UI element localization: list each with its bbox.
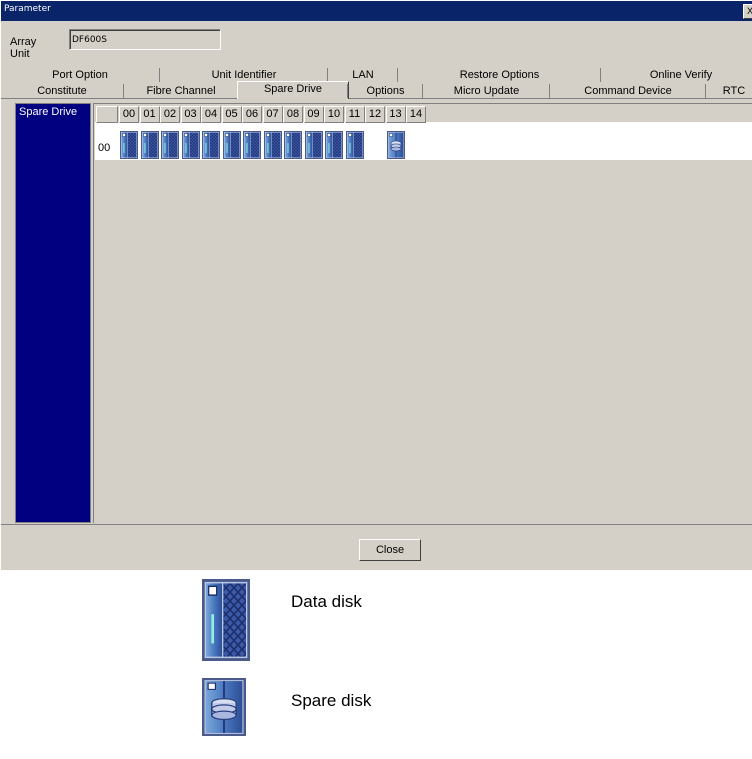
data-disk-icon[interactable] [346,131,364,159]
legend-data-disk-icon [202,579,250,664]
tab-label: Online Verify [649,69,713,81]
data-disk-icon[interactable] [141,131,159,159]
tab-label: Port Option [52,69,108,81]
spare-drive-panel[interactable]: Spare Drive [15,103,91,523]
tab-row-front: Constitute Fibre Channel Spare Drive Opt… [1,81,752,99]
legend-data-disk-label: Data disk [291,592,362,611]
tab-rtc[interactable]: RTC [705,84,752,98]
data-disk-icon[interactable] [202,131,220,159]
column-header-13: 13 [385,106,406,123]
tab-port-option[interactable]: Port Option [1,68,159,82]
data-disk-icon[interactable] [243,131,261,159]
tab-unit-identifier[interactable]: Unit Identifier [159,68,328,82]
drive-grid: 00 01 02 03 04 05 06 07 08 09 10 11 12 13 14 00 [93,103,752,523]
tab-command-device[interactable]: Command Device [549,84,706,98]
tab-label: Unit Identifier [211,69,277,81]
column-header-04: 04 [201,106,221,123]
data-disk-icon[interactable] [161,131,179,159]
data-disk-icon[interactable] [305,131,323,159]
column-header-10: 10 [324,106,344,123]
data-disk-icon[interactable] [120,131,138,159]
tab-micro-update[interactable]: Micro Update [422,84,550,98]
column-header-06: 06 [242,106,262,123]
column-header-09: 09 [303,106,324,123]
legend-spare-disk-icon [202,678,246,739]
spare-disk-icon[interactable] [387,131,405,159]
column-header-11: 11 [344,106,365,123]
tab-restore-options[interactable]: Restore Options [397,68,601,82]
window-title: Parameter [4,4,51,14]
dialog-footer: Close [1,524,752,570]
empty-slot [366,131,384,159]
tab-label: Restore Options [459,69,540,81]
tab-label: LAN [352,69,374,81]
column-header-07: 07 [262,106,283,123]
column-header-08: 08 [283,106,303,123]
array-unit-field: DF600S [69,29,221,50]
tab-label: Constitute [37,85,87,97]
tab-label: Spare Drive [263,83,323,95]
tab-fibre-channel[interactable]: Fibre Channel [123,84,238,98]
parameter-dialog: Parameter X Array Unit DF600S Port Optio… [0,0,752,570]
column-header-01: 01 [139,106,160,123]
column-header-02: 02 [160,106,180,123]
legend-spare-disk-label: Spare disk [291,691,372,710]
data-disk-icon[interactable] [325,131,343,159]
tab-spare-drive[interactable]: Spare Drive [237,81,349,99]
data-disk-icon[interactable] [223,131,241,159]
tab-label: RTC [722,85,746,97]
column-header-05: 05 [221,106,242,123]
data-disk-icon[interactable] [264,131,282,159]
grid-corner-header [96,106,118,123]
empty-slot [407,131,425,159]
row-header: 00 [98,142,111,154]
tab-label: Micro Update [453,85,520,97]
tab-constitute[interactable]: Constitute [1,84,123,98]
close-button[interactable]: Close [359,539,421,561]
tab-label: Fibre Channel [146,85,216,97]
column-header-14: 14 [406,106,426,123]
tab-row-back: Port Option Unit Identifier LAN Restore … [1,68,752,82]
data-disk-icon[interactable] [182,131,200,159]
array-unit-label: Array Unit [10,36,37,60]
spare-drive-panel-label: Spare Drive [19,106,78,118]
tab-online-verify[interactable]: Online Verify [600,68,752,82]
data-disk-icon[interactable] [284,131,302,159]
tab-label: Options [366,85,405,97]
tab-label: Command Device [584,85,672,97]
column-header-00: 00 [119,106,139,123]
window-close-button[interactable]: X [743,4,752,19]
tab-options[interactable]: Options [347,84,423,98]
column-header-03: 03 [180,106,201,123]
column-header-12: 12 [365,106,385,123]
tab-lan[interactable]: LAN [327,68,398,82]
title-bar: Parameter X [1,1,752,21]
